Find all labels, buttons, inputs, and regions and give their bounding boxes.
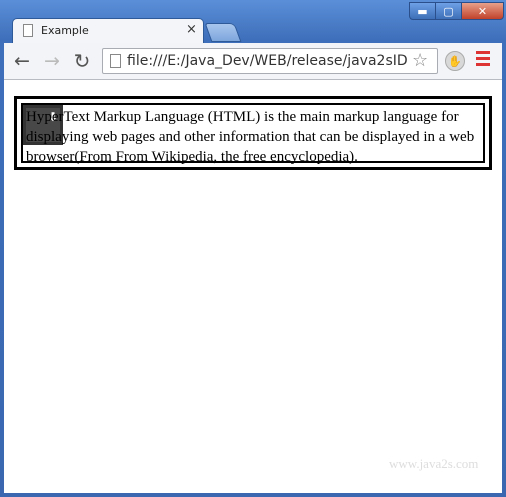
menu-bar-icon: [476, 63, 490, 66]
minimize-button[interactable]: ▬: [409, 2, 436, 20]
outer-border-box: ⬇ HyperText Markup Language (HTML) is th…: [14, 96, 492, 170]
hand-icon: ✋: [448, 54, 462, 68]
minimize-icon: ▬: [417, 4, 428, 18]
bookmark-star-icon[interactable]: ☆: [412, 50, 428, 71]
url-text: file:///E:/Java_Dev/WEB/release/java2sID: [127, 53, 408, 69]
forward-button[interactable]: →: [40, 49, 64, 73]
address-bar[interactable]: file:///E:/Java_Dev/WEB/release/java2sID…: [102, 48, 438, 74]
reload-icon: ↻: [73, 49, 91, 73]
tab-title: Example: [41, 24, 89, 37]
back-button[interactable]: ←: [10, 49, 34, 73]
close-window-button[interactable]: ✕: [461, 2, 504, 20]
forward-arrow-icon: →: [44, 50, 60, 72]
inner-border-box: ⬇ HyperText Markup Language (HTML) is th…: [21, 103, 485, 165]
extension-button[interactable]: ✋: [445, 51, 465, 71]
browser-window: ▬ ▢ ✕ Example × ← → ↻ file:///E:/Java_De…: [0, 0, 506, 497]
tab-close-button[interactable]: ×: [186, 22, 197, 37]
page-icon: [23, 24, 33, 37]
html-paragraph: HyperText Markup Language (HTML) is the …: [26, 109, 475, 165]
menu-button[interactable]: [476, 51, 490, 69]
file-icon: [110, 54, 121, 68]
maximize-icon: ▢: [443, 4, 454, 18]
page-content: ⬇ HyperText Markup Language (HTML) is th…: [4, 80, 502, 493]
tab-example[interactable]: Example ×: [12, 18, 204, 44]
reload-button[interactable]: ↻: [70, 49, 94, 73]
close-icon: ✕: [477, 4, 488, 18]
new-tab-button[interactable]: [204, 23, 242, 42]
watermark: www.java2s.com: [389, 456, 479, 471]
toolbar: ← → ↻ file:///E:/Java_Dev/WEB/release/ja…: [4, 43, 502, 80]
menu-bar-icon: [476, 51, 490, 54]
maximize-button[interactable]: ▢: [435, 2, 462, 20]
menu-bar-icon: [476, 57, 490, 60]
back-arrow-icon: ←: [14, 50, 30, 72]
